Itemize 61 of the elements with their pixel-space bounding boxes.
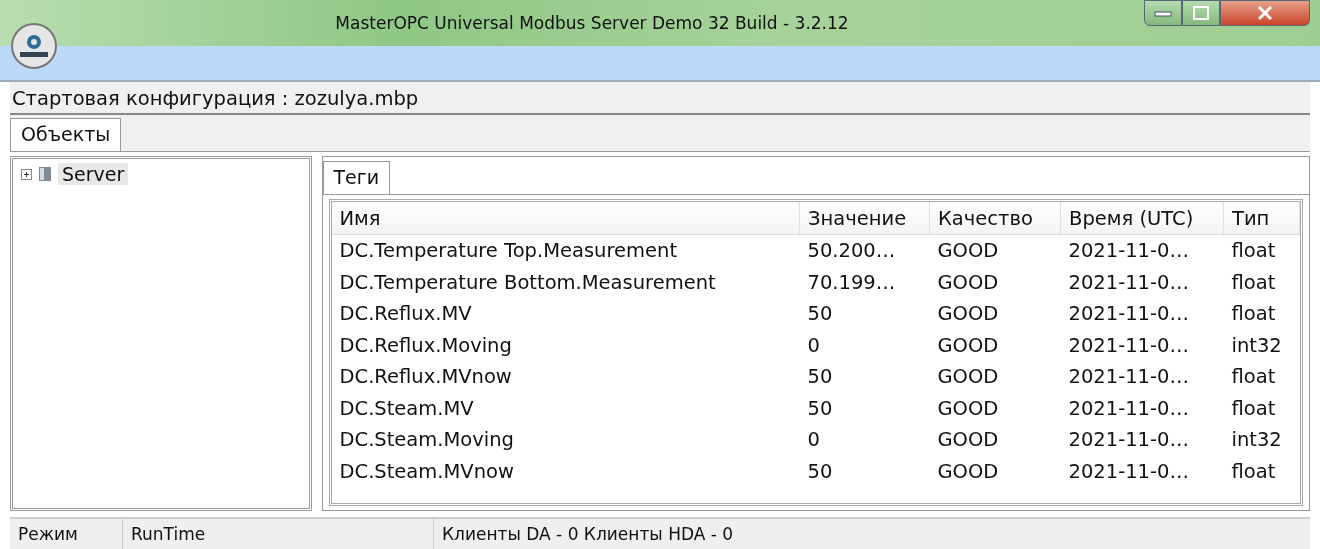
- table-cell-text: GOOD: [936, 332, 1000, 359]
- table-cell-text: 2021-11-0…: [1067, 395, 1190, 422]
- maximize-icon: [1193, 6, 1209, 20]
- table-cell-text: DC.Temperature Bottom.Measurement: [338, 269, 717, 296]
- table-cell-text: DC.Reflux.MV: [338, 301, 473, 328]
- tree-item[interactable]: Server: [58, 163, 129, 185]
- table-cell-text: int32: [1230, 332, 1283, 359]
- table-cell-text: 50: [806, 364, 834, 391]
- close-icon: [1257, 6, 1273, 20]
- table-cell: 2021-11-0…: [1060, 234, 1224, 267]
- table-cell-text: DC.Reflux.MVnow: [338, 364, 513, 391]
- table-cell-text: 2021-11-0…: [1067, 332, 1190, 359]
- table-cell-text: float: [1230, 458, 1277, 485]
- table-cell-text: DC.Steam.Moving: [338, 427, 515, 454]
- minimize-button[interactable]: [1144, 0, 1182, 26]
- table-cell: DC.Temperature Top.Measurement: [331, 234, 800, 267]
- table-cell: float: [1223, 234, 1300, 267]
- status-text: RunTime: [123, 519, 434, 549]
- server-icon: [38, 166, 52, 182]
- table-cell-text: GOOD: [936, 364, 1000, 391]
- table-cell-text: 2021-11-0…: [1067, 458, 1190, 485]
- table-cell-text: DC.Steam.MVnow: [338, 458, 515, 485]
- column-header[interactable]: Имя: [331, 202, 800, 235]
- table-cell: GOOD: [929, 234, 1061, 267]
- table-cell-text: 50: [806, 458, 834, 485]
- status-text: Режим: [10, 519, 123, 549]
- table-cell-text: DC.Reflux.Moving: [338, 332, 513, 359]
- table-cell-text: GOOD: [936, 395, 1000, 422]
- window-title: MasterOPC Universal Modbus Server Demo 32 Build - 3.2.12: [334, 13, 850, 33]
- table-cell-text: GOOD: [936, 301, 1000, 328]
- column-header[interactable]: Качество: [929, 202, 1061, 235]
- expand-icon[interactable]: [21, 168, 32, 180]
- table-cell-text: 50: [806, 395, 834, 422]
- tab[interactable]: Объекты: [10, 118, 122, 151]
- table-cell-text: float: [1230, 395, 1277, 422]
- table-cell-text: 2021-11-0…: [1067, 364, 1190, 391]
- config-label: Стартовая конфигурация : zozulya.mbp: [10, 82, 1310, 115]
- table-cell-text: int32: [1230, 427, 1283, 454]
- close-button[interactable]: [1220, 0, 1310, 26]
- table-cell-text: 0: [806, 332, 821, 359]
- column-header[interactable]: Время (UTC): [1060, 202, 1224, 235]
- table-cell: 50.200…: [799, 234, 930, 267]
- table-cell-text: 2021-11-0…: [1067, 301, 1190, 328]
- table-cell-text: 0: [806, 427, 821, 454]
- column-header[interactable]: Тип: [1223, 202, 1300, 235]
- table-cell-text: float: [1230, 364, 1277, 391]
- column-header[interactable]: Значение: [799, 202, 930, 235]
- table-cell-text: GOOD: [936, 458, 1000, 485]
- table-cell-text: GOOD: [936, 269, 1000, 296]
- table-cell-text: float: [1230, 269, 1277, 296]
- table-cell-text: 2021-11-0…: [1067, 427, 1190, 454]
- status-text: Клиенты DA - 0 Клиенты HDA - 0: [441, 523, 735, 546]
- table-cell-text: DC.Steam.MV: [338, 395, 475, 422]
- table-cell-text: 2021-11-0…: [1067, 269, 1190, 296]
- tab[interactable]: Теги: [322, 161, 391, 194]
- table-cell-text: 70.199…: [806, 269, 897, 296]
- table-cell-text: float: [1230, 301, 1277, 328]
- minimize-icon: [1154, 9, 1172, 17]
- table-cell-text: GOOD: [936, 427, 1000, 454]
- maximize-button[interactable]: [1182, 0, 1220, 26]
- table-cell-text: 50: [806, 301, 834, 328]
